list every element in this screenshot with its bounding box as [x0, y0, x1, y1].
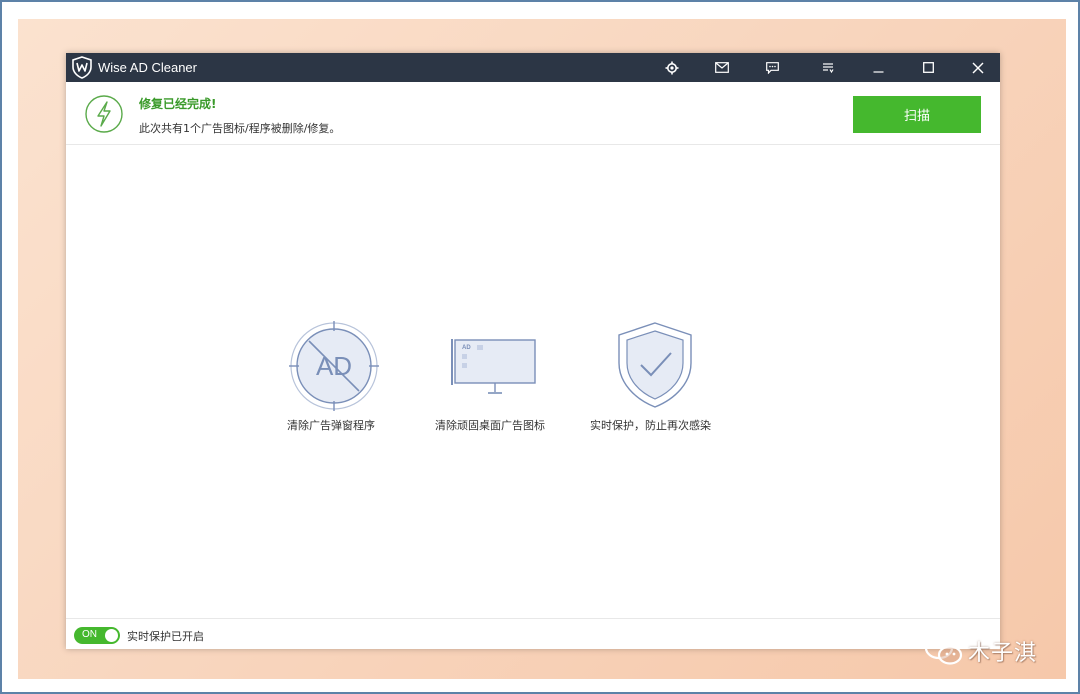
wise-logo-icon	[72, 56, 92, 79]
close-icon	[972, 62, 984, 73]
close-button[interactable]	[960, 53, 996, 82]
mail-icon	[715, 62, 729, 73]
status-header: 修复已经完成! 此次共有1个广告图标/程序被删除/修复。 扫描	[66, 82, 1000, 145]
screenshot-frame: Wise AD Cleaner 修复已经完成! 此次共有1个广告图标/程序被删除…	[0, 0, 1080, 694]
feature-label-desktop: 清除顽固桌面广告图标	[435, 419, 545, 432]
settings-button[interactable]	[654, 53, 690, 82]
watermark: 木子淇	[922, 630, 1052, 670]
menu-icon	[823, 62, 834, 73]
feature-label-protect: 实时保护，防止再次感染	[590, 419, 711, 432]
minimize-icon	[873, 71, 883, 73]
protection-status-label: 实时保护已开启	[127, 630, 204, 643]
footer-bar: ON 实时保护已开启	[66, 618, 1000, 649]
feature-label-popup: 清除广告弹窗程序	[287, 419, 375, 432]
title-bar[interactable]: Wise AD Cleaner	[66, 53, 1000, 82]
maximize-button[interactable]	[910, 53, 946, 82]
watermark-text: 木子淇	[968, 641, 1038, 666]
settings-icon	[665, 61, 679, 74]
scan-button[interactable]: 扫描	[853, 96, 981, 133]
monitor-ad-icon: AD	[451, 339, 536, 394]
ad-icon-text: AD	[316, 351, 352, 381]
menu-button[interactable]	[810, 53, 846, 82]
toggle-label: ON	[82, 629, 97, 640]
app-title: Wise AD Cleaner	[98, 60, 197, 75]
shield-check-icon	[618, 322, 692, 408]
ad-blocked-icon: AD	[289, 321, 379, 411]
feedback-icon	[765, 61, 779, 74]
mail-button[interactable]	[704, 53, 740, 82]
lightning-icon	[85, 95, 123, 133]
protection-toggle[interactable]: ON	[74, 627, 120, 644]
minimize-button[interactable]	[860, 53, 896, 82]
status-detail: 此次共有1个广告图标/程序被删除/修复。	[139, 122, 341, 135]
feedback-button[interactable]	[754, 53, 790, 82]
maximize-icon	[922, 62, 934, 73]
monitor-ad-text: AD	[462, 345, 471, 351]
toggle-knob	[105, 629, 118, 642]
wechat-icon	[924, 636, 963, 665]
status-title: 修复已经完成!	[139, 97, 217, 111]
app-window: Wise AD Cleaner 修复已经完成! 此次共有1个广告图标/程序被删除…	[66, 53, 1000, 649]
